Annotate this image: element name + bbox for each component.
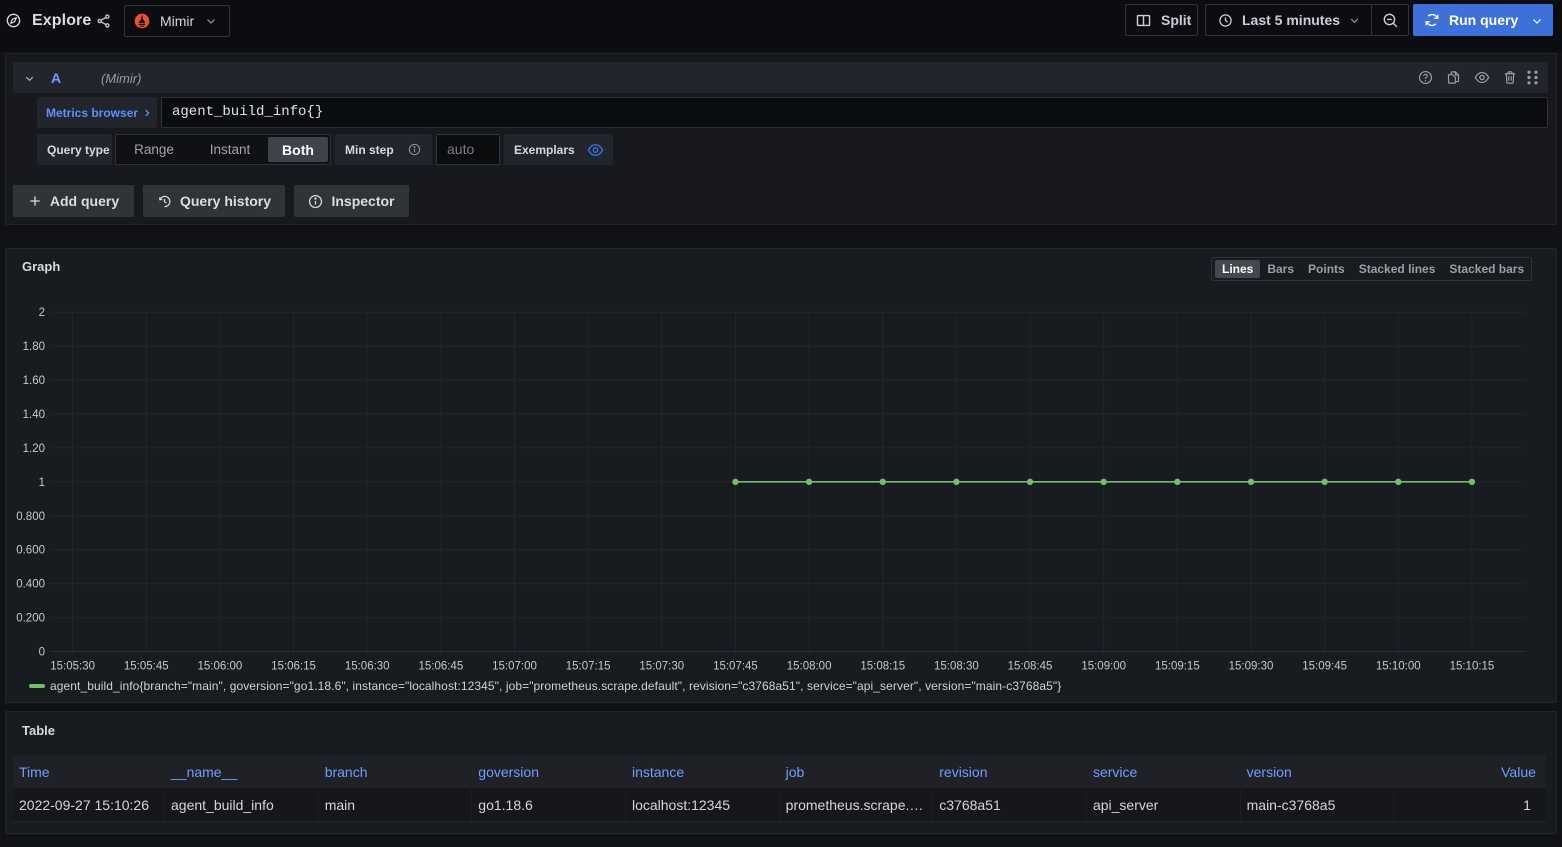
svg-text:15:09:00: 15:09:00 [1081, 661, 1126, 673]
svg-text:15:06:00: 15:06:00 [198, 661, 243, 673]
svg-text:15:07:15: 15:07:15 [566, 661, 611, 673]
svg-text:1.20: 1.20 [23, 443, 45, 455]
svg-text:1.40: 1.40 [23, 409, 45, 421]
svg-text:15:06:30: 15:06:30 [345, 661, 390, 673]
svg-text:15:08:30: 15:08:30 [934, 661, 979, 673]
svg-text:15:09:45: 15:09:45 [1302, 661, 1347, 673]
svg-text:15:06:15: 15:06:15 [271, 661, 316, 673]
svg-text:0.600: 0.600 [16, 545, 45, 557]
svg-text:1.80: 1.80 [23, 341, 45, 353]
svg-text:15:08:00: 15:08:00 [787, 661, 832, 673]
svg-text:15:05:45: 15:05:45 [124, 661, 169, 673]
svg-text:1.60: 1.60 [23, 375, 45, 387]
svg-text:15:06:45: 15:06:45 [418, 661, 463, 673]
svg-text:2: 2 [39, 307, 45, 319]
svg-text:15:10:00: 15:10:00 [1376, 661, 1421, 673]
svg-text:1: 1 [39, 477, 45, 489]
svg-text:15:09:15: 15:09:15 [1155, 661, 1200, 673]
svg-text:15:09:30: 15:09:30 [1229, 661, 1274, 673]
svg-text:15:07:30: 15:07:30 [639, 661, 684, 673]
svg-text:15:07:45: 15:07:45 [713, 661, 758, 673]
svg-text:15:07:00: 15:07:00 [492, 661, 537, 673]
svg-text:15:08:45: 15:08:45 [1008, 661, 1053, 673]
svg-text:15:05:30: 15:05:30 [50, 661, 95, 673]
svg-text:15:08:15: 15:08:15 [860, 661, 905, 673]
svg-text:0: 0 [39, 647, 45, 659]
svg-text:0.200: 0.200 [16, 613, 45, 625]
svg-text:0.800: 0.800 [16, 511, 45, 523]
svg-text:0.400: 0.400 [16, 579, 45, 591]
svg-text:15:10:15: 15:10:15 [1450, 661, 1495, 673]
